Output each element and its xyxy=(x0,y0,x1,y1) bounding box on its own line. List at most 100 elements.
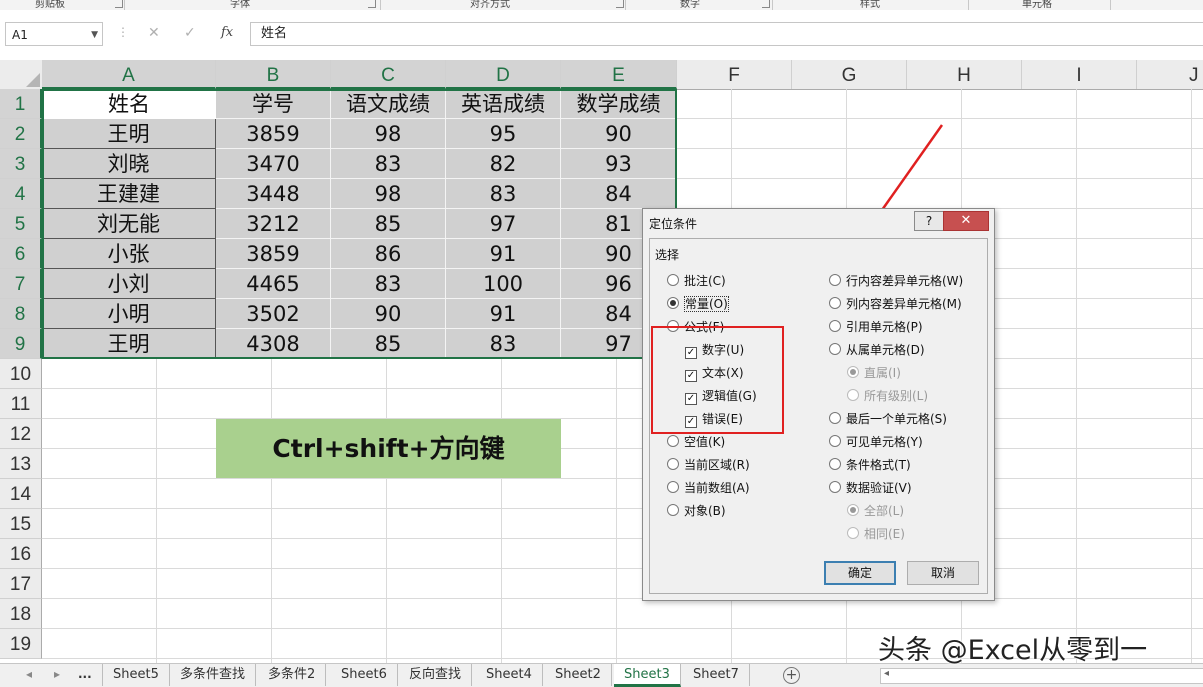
row-header-5[interactable]: 5 xyxy=(0,209,42,239)
row-header-10[interactable]: 10 xyxy=(0,359,42,389)
cancel-icon[interactable]: ✕ xyxy=(148,25,160,41)
row-header-7[interactable]: 7 xyxy=(0,269,42,299)
row-header-9[interactable]: 9 xyxy=(0,329,42,359)
table-cell[interactable]: 刘无能 xyxy=(42,209,216,239)
option-current-array[interactable]: 当前数组(A) xyxy=(667,479,750,496)
table-cell[interactable]: 王明 xyxy=(42,329,216,359)
number-launcher-icon[interactable] xyxy=(762,0,770,8)
column-header-e[interactable]: E xyxy=(561,60,677,89)
cancel-button[interactable]: 取消 xyxy=(907,561,979,585)
table-cell[interactable]: 3502 xyxy=(216,299,331,329)
row-header-13[interactable]: 13 xyxy=(0,449,42,479)
option-comments[interactable]: 批注(C) xyxy=(667,272,726,289)
close-button[interactable]: ✕ xyxy=(943,211,989,231)
table-cell[interactable]: 95 xyxy=(446,119,561,149)
table-cell[interactable]: 4308 xyxy=(216,329,331,359)
table-cell[interactable]: 4465 xyxy=(216,269,331,299)
checkbox-errors[interactable]: ✓ 错误(E) xyxy=(685,410,743,428)
table-cell[interactable]: 85 xyxy=(331,329,446,359)
table-cell[interactable]: 83 xyxy=(446,329,561,359)
column-header-d[interactable]: D xyxy=(446,60,561,89)
option-row-differences[interactable]: 行内容差异单元格(W) xyxy=(829,272,963,289)
cell-a1[interactable]: 姓名 xyxy=(42,89,216,119)
tab-sheet4[interactable]: Sheet4 xyxy=(476,664,543,686)
ok-button[interactable]: 确定 xyxy=(824,561,896,585)
tab-sheet7[interactable]: Sheet7 xyxy=(683,664,750,686)
row-header-18[interactable]: 18 xyxy=(0,599,42,629)
table-cell[interactable]: 小明 xyxy=(42,299,216,329)
tab-sheet6[interactable]: Sheet6 xyxy=(331,664,398,686)
help-button[interactable]: ? xyxy=(914,211,944,231)
row-header-1[interactable]: 1 xyxy=(0,89,42,119)
row-header-4[interactable]: 4 xyxy=(0,179,42,209)
table-cell[interactable]: 90 xyxy=(331,299,446,329)
tab-multi-lookup[interactable]: 多条件查找 xyxy=(170,664,257,686)
row-header-6[interactable]: 6 xyxy=(0,239,42,269)
row-header-15[interactable]: 15 xyxy=(0,509,42,539)
tab-sheet3[interactable]: Sheet3 xyxy=(614,664,681,687)
prev-sheet-icon[interactable]: ◂ xyxy=(26,667,32,681)
option-objects[interactable]: 对象(B) xyxy=(667,502,726,519)
option-conditional-formats[interactable]: 条件格式(T) xyxy=(829,456,911,473)
table-cell[interactable]: 小刘 xyxy=(42,269,216,299)
more-sheets-button[interactable]: ... xyxy=(78,667,92,681)
next-sheet-icon[interactable]: ▸ xyxy=(54,667,60,681)
table-cell[interactable]: 83 xyxy=(331,149,446,179)
table-cell[interactable]: 3859 xyxy=(216,119,331,149)
worksheet-grid[interactable]: 姓名 学号 语文成绩 英语成绩 数学成绩 王明 3859 98 95 90 刘晓… xyxy=(42,89,1203,663)
table-cell[interactable]: 98 xyxy=(331,119,446,149)
row-header-2[interactable]: 2 xyxy=(0,119,42,149)
table-cell[interactable]: 100 xyxy=(446,269,561,299)
checkbox-numbers[interactable]: ✓ 数字(U) xyxy=(685,341,744,359)
table-cell[interactable]: 84 xyxy=(561,179,677,209)
table-cell[interactable]: 小张 xyxy=(42,239,216,269)
cell-d1[interactable]: 英语成绩 xyxy=(446,89,561,119)
option-dependents[interactable]: 从属单元格(D) xyxy=(829,341,925,358)
chevron-down-icon[interactable]: ▼ xyxy=(91,23,98,47)
column-header-g[interactable]: G xyxy=(792,60,907,89)
table-cell[interactable]: 93 xyxy=(561,149,677,179)
table-cell[interactable]: 王建建 xyxy=(42,179,216,209)
table-cell[interactable]: 90 xyxy=(561,119,677,149)
insert-function-icon[interactable]: fx xyxy=(221,25,233,40)
column-header-i[interactable]: I xyxy=(1022,60,1137,89)
column-header-b[interactable]: B xyxy=(216,60,331,89)
option-column-differences[interactable]: 列内容差异单元格(M) xyxy=(829,295,962,312)
table-cell[interactable]: 3859 xyxy=(216,239,331,269)
table-cell[interactable]: 98 xyxy=(331,179,446,209)
option-constants[interactable]: 常量(O) xyxy=(667,295,729,312)
table-cell[interactable]: 85 xyxy=(331,209,446,239)
table-cell[interactable]: 3212 xyxy=(216,209,331,239)
table-cell[interactable]: 82 xyxy=(446,149,561,179)
column-header-a[interactable]: A xyxy=(42,60,216,89)
column-header-f[interactable]: F xyxy=(677,60,792,89)
table-cell[interactable]: 刘晓 xyxy=(42,149,216,179)
select-all-button[interactable] xyxy=(0,60,43,89)
table-cell[interactable]: 91 xyxy=(446,299,561,329)
table-cell[interactable]: 83 xyxy=(446,179,561,209)
cell-c1[interactable]: 语文成绩 xyxy=(331,89,446,119)
row-header-17[interactable]: 17 xyxy=(0,569,42,599)
column-header-c[interactable]: C xyxy=(331,60,446,89)
option-blanks[interactable]: 空值(K) xyxy=(667,433,725,450)
clipboard-launcher-icon[interactable] xyxy=(115,0,123,8)
table-cell[interactable]: 97 xyxy=(446,209,561,239)
drag-handle-icon[interactable]: ⋮ xyxy=(117,25,129,39)
row-header-11[interactable]: 11 xyxy=(0,389,42,419)
column-header-h[interactable]: H xyxy=(907,60,1022,89)
option-last-cell[interactable]: 最后一个单元格(S) xyxy=(829,410,947,427)
option-visible-cells[interactable]: 可见单元格(Y) xyxy=(829,433,923,450)
font-launcher-icon[interactable] xyxy=(368,0,376,8)
option-precedents[interactable]: 引用单元格(P) xyxy=(829,318,923,335)
column-header-j[interactable]: J xyxy=(1137,60,1203,89)
row-header-12[interactable]: 12 xyxy=(0,419,42,449)
table-cell[interactable]: 王明 xyxy=(42,119,216,149)
name-box[interactable]: A1 ▼ xyxy=(5,22,103,46)
row-header-3[interactable]: 3 xyxy=(0,149,42,179)
row-header-14[interactable]: 14 xyxy=(0,479,42,509)
table-cell[interactable]: 83 xyxy=(331,269,446,299)
table-cell[interactable]: 91 xyxy=(446,239,561,269)
tab-sheet5[interactable]: Sheet5 xyxy=(102,664,170,686)
row-header-19[interactable]: 19 xyxy=(0,629,42,659)
option-current-region[interactable]: 当前区域(R) xyxy=(667,456,750,473)
